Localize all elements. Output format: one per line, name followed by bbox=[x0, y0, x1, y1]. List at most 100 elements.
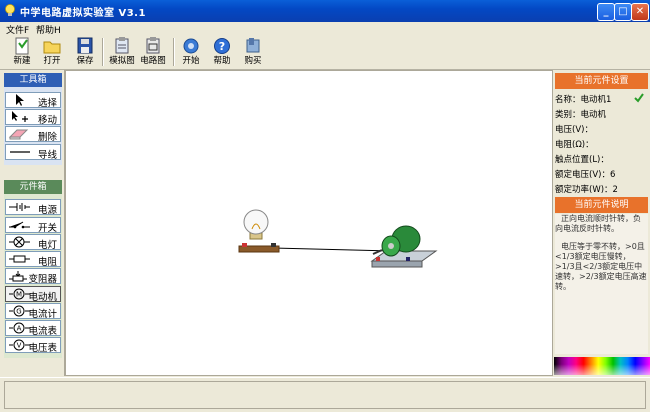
circuit-diagram-button[interactable]: 电路图 bbox=[138, 37, 168, 67]
component-resistor-button[interactable]: 电阻 bbox=[5, 251, 61, 268]
save-label: 保存 bbox=[76, 56, 94, 66]
circuit-diagram-icon bbox=[146, 37, 160, 54]
checkmark-icon[interactable] bbox=[634, 93, 644, 103]
tool-select-button[interactable]: 选择 bbox=[5, 92, 61, 109]
title-bar: 中学电路虚拟实验室 V3.1 _ □ ✕ bbox=[0, 0, 650, 22]
buy-icon bbox=[246, 38, 260, 53]
rheostat-symbol-icon bbox=[9, 271, 27, 282]
ammeter-symbol-icon: A bbox=[9, 322, 30, 334]
save-disk-icon bbox=[77, 37, 93, 54]
start-label: 开始 bbox=[182, 56, 200, 66]
left-panel: 工具箱 选择 移动 删除 导线 元件箱 电源 开关 电灯 电阻 变阻器 M 电动… bbox=[0, 70, 65, 376]
wire[interactable] bbox=[272, 247, 392, 252]
resistor-symbol-icon bbox=[9, 255, 30, 263]
toolbar: 新建 打开 保存 模拟图 电路图 开始 ? 帮助 购买 bbox=[0, 35, 650, 70]
save-button[interactable]: 保存 bbox=[70, 37, 100, 67]
component-lamp-button[interactable]: 电灯 bbox=[5, 234, 61, 251]
switch-symbol-icon bbox=[9, 221, 30, 229]
component-motor-button[interactable]: M 电动机 bbox=[5, 286, 61, 303]
component-ammeter-label: 电流表 bbox=[28, 326, 57, 337]
component-voltmeter-label: 电压表 bbox=[28, 343, 57, 354]
tool-select-label: 选择 bbox=[37, 98, 57, 109]
maximize-button[interactable]: □ bbox=[614, 3, 632, 21]
property-contact-position[interactable]: 触点位置(L)： bbox=[555, 153, 609, 165]
circuit-canvas[interactable] bbox=[65, 70, 553, 376]
component-lamp-label: 电灯 bbox=[37, 240, 57, 251]
open-button[interactable]: 打开 bbox=[37, 37, 67, 67]
voltmeter-symbol-icon: V bbox=[9, 339, 30, 351]
start-button[interactable]: 开始 bbox=[176, 37, 206, 67]
eraser-icon bbox=[8, 129, 29, 140]
buy-button[interactable]: 购买 bbox=[238, 37, 268, 67]
svg-text:M: M bbox=[16, 291, 22, 299]
tool-move-label: 移动 bbox=[37, 115, 57, 126]
menu-bar: 文件F 帮助H bbox=[0, 22, 650, 36]
component-resistor-label: 电阻 bbox=[37, 257, 57, 268]
new-label: 新建 bbox=[13, 56, 31, 66]
battery-symbol-icon bbox=[9, 203, 30, 211]
help-label: 帮助 bbox=[213, 56, 231, 66]
simulation-view-icon bbox=[115, 37, 129, 54]
property-resistance[interactable]: 电阻(Ω)： bbox=[555, 138, 594, 150]
property-rated-voltage[interactable]: 额定电压(V)：6 bbox=[555, 168, 615, 180]
property-voltage[interactable]: 电压(V)： bbox=[555, 123, 593, 135]
component-ammeter-button[interactable]: A 电流表 bbox=[5, 320, 61, 337]
component-rheostat-button[interactable]: 变阻器 bbox=[5, 268, 61, 285]
property-name[interactable]: 名称：电动机1 bbox=[555, 93, 611, 105]
component-battery-button[interactable]: 电源 bbox=[5, 199, 61, 216]
circuit-drawing bbox=[238, 209, 438, 268]
component-galvanometer-label: 电流计 bbox=[28, 309, 57, 320]
tool-wire-button[interactable]: 导线 bbox=[5, 144, 61, 161]
buy-label: 购买 bbox=[244, 56, 262, 66]
properties-header: 当前元件设置 bbox=[555, 73, 648, 89]
property-category[interactable]: 类别：电动机 bbox=[555, 108, 606, 120]
status-bar bbox=[0, 377, 650, 412]
move-arrow-icon bbox=[12, 111, 28, 122]
minimize-button[interactable]: _ bbox=[597, 3, 615, 21]
toolbox-header: 工具箱 bbox=[4, 73, 62, 87]
tool-move-button[interactable]: 移动 bbox=[5, 109, 61, 126]
new-icon bbox=[15, 37, 29, 55]
svg-text:?: ? bbox=[219, 40, 225, 53]
toolbar-separator bbox=[102, 38, 104, 66]
open-folder-icon bbox=[43, 41, 61, 54]
lightbulb-app-icon bbox=[5, 4, 15, 16]
component-rheostat-label: 变阻器 bbox=[28, 274, 57, 285]
component-motor-label: 电动机 bbox=[28, 292, 57, 303]
description-paragraph: 正向电流顺时针转，负向电流反时针转。 bbox=[555, 214, 641, 233]
toolbar-separator bbox=[173, 38, 175, 66]
simulation-view-label: 模拟图 bbox=[109, 56, 135, 66]
svg-text:G: G bbox=[16, 308, 21, 316]
close-button[interactable]: ✕ bbox=[631, 3, 649, 21]
help-button[interactable]: ? 帮助 bbox=[207, 37, 237, 67]
motor-component[interactable] bbox=[370, 225, 438, 268]
wire-line-icon bbox=[10, 151, 30, 153]
tool-delete-button[interactable]: 删除 bbox=[5, 126, 61, 143]
right-panel: 当前元件设置 名称：电动机1 类别：电动机 电压(V)： 电阻(Ω)： 触点位置… bbox=[554, 70, 650, 376]
window-title: 中学电路虚拟实验室 V3.1 bbox=[20, 8, 146, 19]
motor-symbol-icon: M bbox=[9, 288, 30, 300]
components-header: 元件箱 bbox=[4, 180, 62, 194]
component-galvanometer-button[interactable]: G 电流计 bbox=[5, 303, 61, 320]
property-rated-power[interactable]: 额定功率(W)：2 bbox=[555, 183, 618, 195]
tool-wire-label: 导线 bbox=[37, 150, 57, 161]
description-text: 正向电流顺时针转，负向电流反时针转。 电压等于零不转，>0且<1/3额定电压慢转… bbox=[555, 214, 648, 354]
open-label: 打开 bbox=[43, 56, 61, 66]
color-palette[interactable] bbox=[554, 357, 650, 375]
simulation-view-button[interactable]: 模拟图 bbox=[107, 37, 137, 67]
svg-text:A: A bbox=[17, 325, 22, 333]
lamp-component[interactable] bbox=[238, 209, 280, 253]
description-header: 当前元件说明 bbox=[555, 197, 648, 213]
select-arrow-icon bbox=[16, 94, 24, 106]
component-voltmeter-button[interactable]: V 电压表 bbox=[5, 337, 61, 354]
tool-delete-label: 删除 bbox=[37, 132, 57, 143]
status-panel bbox=[4, 381, 646, 409]
help-icon: ? bbox=[214, 38, 230, 54]
start-gear-icon bbox=[183, 38, 199, 54]
component-switch-button[interactable]: 开关 bbox=[5, 217, 61, 234]
component-battery-label: 电源 bbox=[37, 205, 57, 216]
component-switch-label: 开关 bbox=[37, 223, 57, 234]
description-paragraph: 电压等于零不转，>0且<1/3额定电压慢转，>1/3且<2/3额定电压中速转，>… bbox=[555, 242, 647, 291]
lamp-symbol-icon bbox=[9, 236, 30, 248]
new-button[interactable]: 新建 bbox=[7, 37, 37, 67]
